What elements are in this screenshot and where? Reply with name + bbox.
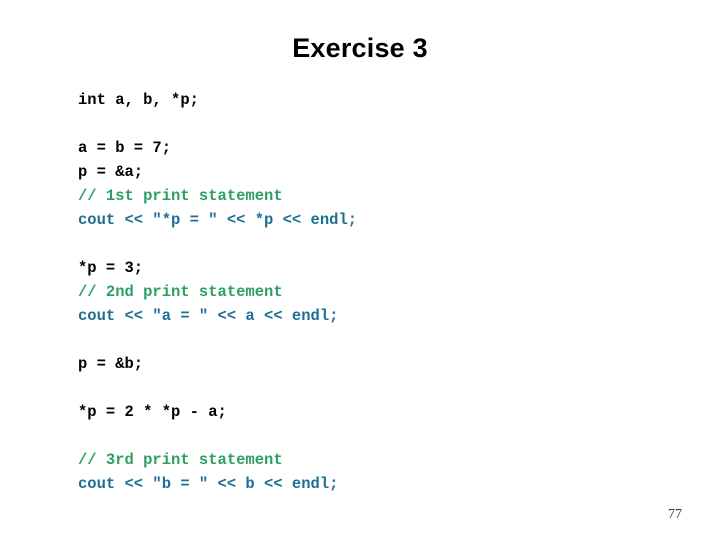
page-title: Exercise 3 (292, 33, 428, 63)
code-line: int a, b, *p; (78, 91, 199, 109)
code-line: cout << "b = " << b << endl; (78, 475, 339, 493)
code-line: *p = 3; (78, 259, 144, 277)
code-line: p = &b; (78, 355, 144, 373)
slide-canvas: Exercise 3 int a, b, *p; a = b = 7; p = &… (0, 0, 720, 540)
code-line: p = &a; (78, 163, 144, 181)
code-line: // 1st print statement (78, 187, 283, 205)
code-line: a = b = 7; (78, 139, 172, 157)
page-number: 77 (668, 507, 682, 522)
code-line: *p = 2 * *p - a; (78, 403, 227, 421)
code-line: cout << "*p = " << *p << endl; (78, 211, 358, 229)
code-block: int a, b, *p; a = b = 7; p = &a; // 1st pr… (78, 88, 658, 496)
code-line: // 3rd print statement (78, 451, 283, 469)
code-line: // 2nd print statement (78, 283, 283, 301)
code-line: cout << "a = " << a << endl; (78, 307, 339, 325)
